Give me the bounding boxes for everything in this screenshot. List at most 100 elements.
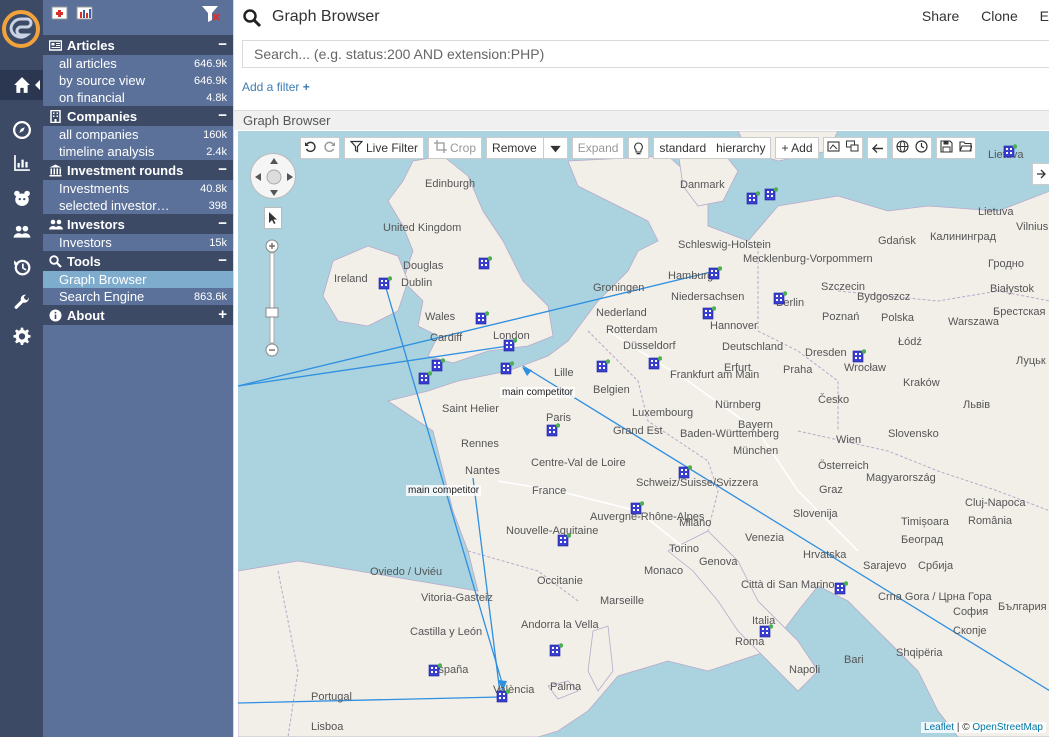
company-node-icon[interactable]	[773, 291, 788, 305]
add-button[interactable]: + Add	[775, 137, 819, 159]
globe-clock-group	[891, 137, 932, 159]
cursor-select-icon[interactable]	[264, 207, 282, 229]
nav-item-label: Search Engine	[59, 289, 145, 304]
company-node-icon[interactable]	[746, 191, 761, 205]
leaflet-link[interactable]: Leaflet	[924, 722, 954, 733]
nav-item-search-engine[interactable]: Search Engine 863.6k	[43, 288, 233, 305]
back-arrow-icon[interactable]	[866, 137, 888, 159]
report-chart-icon[interactable]	[76, 4, 94, 22]
section-articles[interactable]: Articles −	[43, 35, 233, 55]
nav-item-by-source-view[interactable]: by source view 646.9k	[43, 72, 233, 89]
company-node-icon[interactable]	[496, 689, 511, 703]
clock-icon[interactable]	[914, 140, 928, 156]
nav-item-all-companies[interactable]: all companies 160k	[43, 126, 233, 143]
nav-item-investors[interactable]: Investors 15k	[43, 234, 233, 251]
bar-chart-icon[interactable]	[0, 148, 43, 178]
edge-label[interactable]: main competitor	[406, 485, 482, 496]
remove-button[interactable]: Remove	[486, 137, 568, 159]
company-node-icon[interactable]	[834, 581, 849, 595]
section-companies[interactable]: Companies −	[43, 106, 233, 126]
company-node-icon[interactable]	[546, 423, 561, 437]
graph-map[interactable]: Edinburgh Danmark United Kingdom Ireland Dou…	[238, 131, 1049, 737]
chevron-down-icon[interactable]	[542, 138, 567, 158]
nav-item-graph-browser[interactable]: Graph Browser	[43, 271, 233, 288]
redo-icon[interactable]	[323, 140, 336, 156]
layout-hierarchy[interactable]: hierarchy	[716, 141, 765, 155]
map-place-label: Danmark	[680, 179, 725, 191]
company-node-icon[interactable]	[557, 533, 572, 547]
expand-toggle[interactable]: +	[218, 305, 227, 325]
edge-label[interactable]: main competitor	[500, 387, 576, 398]
company-node-icon[interactable]	[418, 371, 433, 385]
history-icon[interactable]	[0, 252, 43, 282]
openstreetmap-link[interactable]: OpenStreetMap	[972, 722, 1043, 733]
company-node-icon[interactable]	[431, 358, 446, 372]
nav-item-selected-investor[interactable]: selected investor… 398	[43, 197, 233, 214]
live-filter-button[interactable]: Live Filter	[344, 137, 425, 159]
company-node-icon[interactable]	[630, 501, 645, 515]
company-node-icon[interactable]	[549, 643, 564, 657]
lightbulb-icon[interactable]	[628, 137, 650, 159]
company-node-icon[interactable]	[702, 306, 717, 320]
app-logo-icon[interactable]	[1, 6, 41, 52]
company-node-icon[interactable]	[764, 187, 779, 201]
home-icon[interactable]	[0, 70, 43, 100]
layout-standard[interactable]: standard	[659, 141, 706, 155]
globe-icon[interactable]	[895, 140, 909, 156]
company-node-icon[interactable]	[708, 266, 723, 280]
company-node-icon[interactable]	[500, 361, 515, 375]
panel-expand-arrow-icon[interactable]	[1032, 163, 1049, 185]
collapse-toggle[interactable]: −	[218, 251, 227, 271]
collapse-toggle[interactable]: −	[218, 106, 227, 126]
nav-item-investments[interactable]: Investments 40.8k	[43, 180, 233, 197]
folder-open-icon[interactable]	[958, 140, 973, 156]
company-node-icon[interactable]	[678, 465, 693, 479]
gear-icon[interactable]	[0, 321, 43, 351]
company-node-icon[interactable]	[759, 624, 774, 638]
section-tools[interactable]: Tools −	[43, 251, 233, 271]
nav-item-all-articles[interactable]: all articles 646.9k	[43, 55, 233, 72]
add-filter-link[interactable]: Add a filter +	[242, 80, 310, 94]
company-node-icon[interactable]	[1003, 144, 1018, 158]
more-button[interactable]: E	[1040, 8, 1049, 24]
company-node-icon[interactable]	[428, 663, 443, 677]
search-input[interactable]	[243, 41, 1049, 67]
company-node-icon[interactable]	[648, 356, 663, 370]
company-node-icon[interactable]	[852, 349, 867, 363]
nav-item-label: timeline analysis	[59, 144, 155, 159]
clone-button[interactable]: Clone	[981, 8, 1018, 24]
nav-item-on-financial[interactable]: on financial 4.8k	[43, 89, 233, 106]
section-about[interactable]: About +	[43, 305, 233, 325]
company-node-icon[interactable]	[478, 256, 493, 270]
users-icon[interactable]	[0, 217, 43, 247]
crop-button[interactable]: Crop	[428, 137, 483, 159]
filter-reset-icon[interactable]	[201, 4, 220, 22]
wrench-icon[interactable]	[0, 287, 43, 317]
collapse-toggle[interactable]: −	[218, 160, 227, 180]
nav-item-timeline-analysis[interactable]: timeline analysis 2.4k	[43, 143, 233, 160]
pan-control[interactable]	[250, 153, 296, 199]
save-icon[interactable]	[939, 140, 953, 156]
company-node-icon[interactable]	[596, 359, 611, 373]
screens-icon[interactable]	[845, 140, 859, 156]
building-icon	[49, 109, 62, 123]
company-node-icon[interactable]	[378, 276, 393, 290]
newspaper-icon	[48, 39, 63, 52]
expand-button[interactable]: Expand	[571, 137, 625, 159]
collapse-toggle[interactable]: −	[218, 214, 227, 234]
nav-item-label: Graph Browser	[59, 272, 147, 287]
undo-icon[interactable]	[304, 140, 317, 156]
zoom-slider[interactable]	[264, 238, 280, 358]
section-investment-rounds[interactable]: Investment rounds −	[43, 160, 233, 180]
compass-icon[interactable]	[0, 115, 43, 145]
frame-icon[interactable]	[826, 140, 840, 156]
company-node-icon[interactable]	[475, 311, 490, 325]
company-node-icon[interactable]	[503, 338, 518, 352]
layout-selector[interactable]: standard hierarchy	[653, 137, 772, 159]
section-investors[interactable]: Investors −	[43, 214, 233, 234]
add-dashboard-icon[interactable]	[51, 4, 69, 22]
map-place-label: Andorra la Vella	[521, 619, 599, 631]
collapse-toggle[interactable]: −	[218, 35, 227, 55]
bear-icon[interactable]	[0, 183, 43, 213]
share-button[interactable]: Share	[922, 8, 959, 24]
